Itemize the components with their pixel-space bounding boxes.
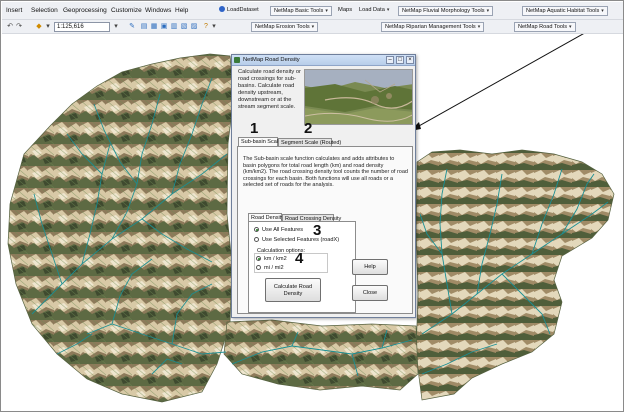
dialog-title-bar: NetMap Road Density – □ × xyxy=(232,55,415,66)
radio-km-label: km / km2 xyxy=(264,256,287,262)
basin-south xyxy=(223,319,419,391)
whats-this-icon[interactable]: ? xyxy=(202,23,210,31)
catalog-icon[interactable]: ▦ xyxy=(150,23,158,31)
radio-mi-per-mi2[interactable]: mi / mi2 xyxy=(256,265,284,271)
riparian-tools-label: NetMap Riparian Management Tools xyxy=(385,24,476,30)
callout-number-1: 1 xyxy=(250,120,259,137)
model-builder-icon[interactable]: ▨ xyxy=(190,23,198,31)
aquatic-tools-label: NetMap Aquatic Habitat Tools xyxy=(526,8,600,14)
radio-selected-icon xyxy=(254,227,259,232)
callout-arrow xyxy=(409,29,591,132)
chevron-down-icon[interactable]: ▾ xyxy=(210,23,218,31)
radio-km-per-km2[interactable]: km / km2 xyxy=(256,256,287,262)
basin-west xyxy=(7,53,235,403)
aquatic-tools-dropdown[interactable]: NetMap Aquatic Habitat Tools ▾ xyxy=(522,6,608,16)
radio-unselected-icon xyxy=(256,265,261,270)
dialog-intro-text: Calculate road density or road crossings… xyxy=(238,69,301,110)
road-tools-label: NetMap Road Tools xyxy=(518,24,568,30)
close-icon[interactable]: × xyxy=(406,56,414,64)
riparian-tools-dropdown[interactable]: NetMap Riparian Management Tools ▾ xyxy=(381,22,485,32)
menu-geoprocessing[interactable]: Geoprocessing xyxy=(63,7,107,14)
dialog-title: NetMap Road Density xyxy=(243,57,300,63)
editor-icon[interactable]: ✎ xyxy=(128,23,136,31)
radio-selected-icon xyxy=(256,256,261,261)
map-scale-value: 1:125,616 xyxy=(57,24,84,30)
chevron-down-icon: ▾ xyxy=(325,8,328,14)
fluvial-tools-label: NetMap Fluvial Morphology Tools xyxy=(402,8,485,14)
chevron-down-icon: ▾ xyxy=(311,24,315,30)
minimize-icon[interactable]: – xyxy=(386,56,394,64)
callout-number-2: 2 xyxy=(304,120,313,137)
help-button[interactable]: Help xyxy=(352,259,388,275)
map-scale-input[interactable]: 1:125,616 xyxy=(54,22,110,32)
erosion-tools-label: NetMap Erosion Tools xyxy=(255,24,310,30)
road-density-dialog: NetMap Road Density – □ × Calculate road… xyxy=(231,54,416,318)
aerial-photo xyxy=(304,69,413,125)
road-tools-dropdown[interactable]: NetMap Road Tools ▾ xyxy=(514,22,576,32)
fluvial-tools-dropdown[interactable]: NetMap Fluvial Morphology Tools ▾ xyxy=(398,6,494,16)
chevron-down-icon: ▾ xyxy=(569,24,572,30)
radio-unselected-icon xyxy=(254,237,259,242)
basic-tools-label: NetMap Basic Tools xyxy=(274,8,324,14)
radio-use-selected-features[interactable]: Use Selected Features (roadX) xyxy=(254,237,339,243)
menu-customize[interactable]: Customize xyxy=(111,7,142,14)
subbasin-tab-panel: The Sub-basin scale function calculates … xyxy=(237,146,413,314)
search-window-icon[interactable]: ▣ xyxy=(160,23,168,31)
chevron-down-icon: ▾ xyxy=(386,7,390,13)
maximize-icon[interactable]: □ xyxy=(396,56,404,64)
menu-help[interactable]: Help xyxy=(175,7,188,14)
callout-number-4: 4 xyxy=(295,250,304,267)
menu-selection[interactable]: Selection xyxy=(31,7,58,14)
app-icon xyxy=(234,57,240,63)
menu-bar: Insert Selection Geoprocessing Customize… xyxy=(2,2,623,20)
subbasin-description: The Sub-basin scale function calculates … xyxy=(243,156,408,189)
maps-menu[interactable]: Maps xyxy=(338,7,352,13)
load-dataset-label: LoadDataset xyxy=(227,7,259,13)
redo-icon[interactable]: ↷ xyxy=(15,23,23,31)
toolbox-icon[interactable]: ▥ xyxy=(170,23,178,31)
standard-toolbar: ↶ ↷ ◆ ▾ 1:125,616 ▾ ✎ ▤ ▦ ▣ ▥ ▧ ▨ ? ▾ Ne… xyxy=(2,20,623,34)
load-data-label: Load Data xyxy=(359,7,385,13)
callout-number-3: 3 xyxy=(313,222,322,239)
tab-segment-scale[interactable]: Segment Scale (Routed) xyxy=(278,138,341,146)
tab-subbasin-scale[interactable]: Sub-basin Scale xyxy=(238,137,281,146)
load-data-dropdown[interactable]: Load Data ▾ xyxy=(356,6,392,16)
chevron-down-icon: ▾ xyxy=(601,8,604,14)
load-dataset-icon xyxy=(219,6,225,12)
menu-insert[interactable]: Insert xyxy=(6,7,22,14)
road-density-panel: Use All Features Use Selected Features (… xyxy=(248,221,356,313)
undo-icon[interactable]: ↶ xyxy=(6,23,14,31)
radio-use-all-features[interactable]: Use All Features xyxy=(254,227,303,233)
close-button[interactable]: Close xyxy=(352,285,388,301)
chevron-down-icon: ▾ xyxy=(486,8,490,14)
add-data-icon[interactable]: ◆ xyxy=(35,23,43,31)
radio-use-selected-label: Use Selected Features (roadX) xyxy=(262,237,340,243)
calculate-road-density-button[interactable]: Calculate Road Density xyxy=(265,278,321,302)
load-dataset-button[interactable]: LoadDataset xyxy=(216,6,262,16)
table-window-icon[interactable]: ▤ xyxy=(140,23,148,31)
application-window: Insert Selection Geoprocessing Customize… xyxy=(0,0,624,412)
erosion-tools-dropdown[interactable]: NetMap Erosion Tools ▾ xyxy=(251,22,319,32)
radio-mi-label: mi / mi2 xyxy=(264,265,284,271)
python-icon[interactable]: ▧ xyxy=(180,23,188,31)
chevron-down-icon: ▾ xyxy=(477,24,481,30)
chevron-down-icon[interactable]: ▾ xyxy=(44,23,52,31)
chevron-down-icon[interactable]: ▾ xyxy=(112,23,120,31)
menu-windows[interactable]: Windows xyxy=(145,7,171,14)
basic-tools-dropdown[interactable]: NetMap Basic Tools ▾ xyxy=(270,6,332,16)
radio-use-all-label: Use All Features xyxy=(262,227,304,233)
